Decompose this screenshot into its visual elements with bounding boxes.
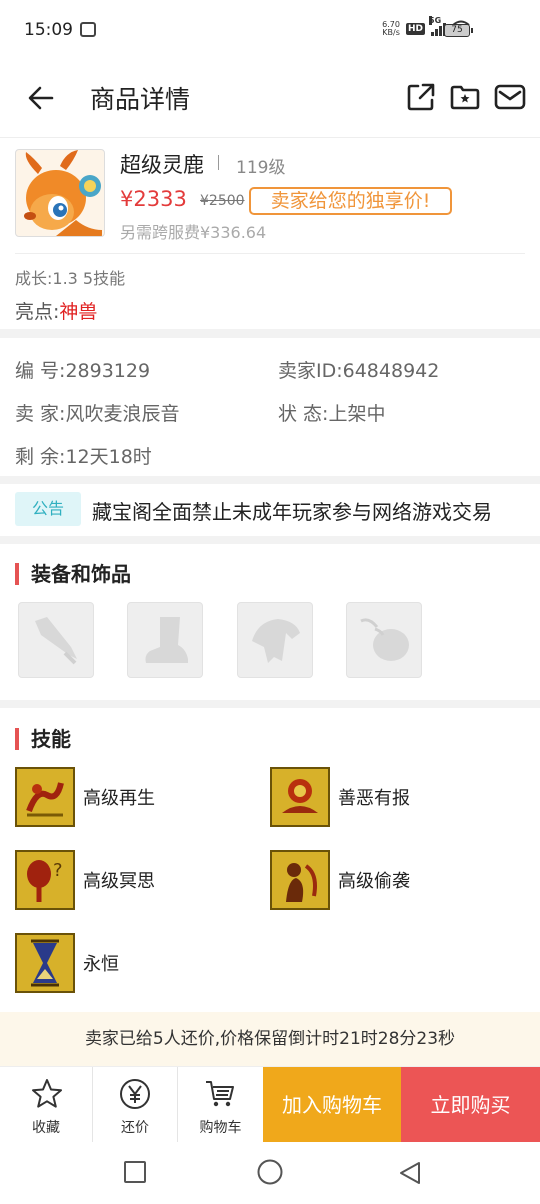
product-avatar[interactable]: [15, 149, 105, 237]
section-gap: [0, 536, 540, 544]
share-button[interactable]: [404, 80, 438, 114]
retribution-skill-icon: [270, 767, 330, 827]
cross-server-fee: 另需跨服费¥336.64: [120, 223, 267, 242]
section-gap: [0, 476, 540, 484]
status-bar: 15:09 6.70 KB/s HD 5G 75: [0, 0, 540, 60]
skill-label: 高级偷袭: [338, 871, 410, 892]
skill-item[interactable]: 善恶有报: [270, 767, 410, 827]
divider: [15, 253, 525, 254]
info-section: 编 号:2893129 卖家ID:64848942 卖 家:风吹麦浪辰音 状 态…: [0, 338, 540, 476]
equipment-slot-armor[interactable]: [237, 602, 313, 678]
shopping-cart-icon: [206, 1081, 234, 1107]
back-arrow-icon: [28, 86, 54, 110]
remaining-time: 剩 余:12天18时: [15, 446, 152, 468]
circle-icon: [257, 1159, 283, 1185]
system-navigation-bar: [0, 1142, 540, 1204]
bargain-label: 还价: [121, 1120, 149, 1136]
price: ¥2333: [120, 187, 187, 211]
collect-folder-button[interactable]: [448, 80, 482, 114]
favorite-label: 收藏: [32, 1120, 60, 1136]
weapon-slot-icon: [35, 617, 77, 665]
network-speed: 6.70 KB/s: [382, 20, 400, 37]
equipment-section: 装备和饰品: [0, 544, 540, 700]
triangle-back-icon: [400, 1162, 420, 1184]
exclusive-price-badge: 卖家给您的独享价!: [249, 187, 452, 215]
skills-title: 技能: [15, 728, 71, 750]
regeneration-skill-icon: [15, 767, 75, 827]
favorite-folder-icon: [450, 85, 480, 110]
equipment-slot-boots[interactable]: [127, 602, 203, 678]
yen-circle-icon: [120, 1079, 150, 1109]
header: 商品详情: [0, 60, 540, 138]
sneak-attack-skill-icon: [270, 850, 330, 910]
divider: [218, 155, 219, 170]
skill-label: 永恒: [83, 954, 119, 975]
square-icon: [124, 1161, 146, 1183]
back-nav-button[interactable]: [397, 1160, 423, 1190]
highlight-value: 神兽: [59, 301, 98, 323]
skill-item[interactable]: 高级再生: [15, 767, 155, 827]
deer-pet-image: [24, 150, 102, 236]
equipment-slot-weapon[interactable]: [18, 602, 94, 678]
section-gap: [0, 329, 540, 338]
star-icon: [32, 1079, 62, 1108]
meditation-skill-icon: ?: [15, 850, 75, 910]
message-button[interactable]: [493, 80, 527, 114]
bargain-countdown-banner: 卖家已给5人还价,价格保留倒计时21时28分23秒: [0, 1012, 540, 1066]
add-to-cart-button[interactable]: 加入购物车: [263, 1067, 401, 1143]
hd-icon: HD: [405, 23, 425, 35]
skill-label: 善恶有报: [338, 788, 410, 809]
growth-info: 成长:1.3 5技能: [15, 269, 126, 288]
highlight-label: 亮点:: [15, 301, 60, 323]
accessory-slot-icon: [360, 618, 409, 661]
seller-id: 卖家ID:64848942: [278, 360, 440, 382]
highlight: 亮点:神兽: [15, 297, 97, 324]
notice-bar: 公告 藏宝阁全面禁止未成年玩家参与网络游戏交易: [0, 484, 540, 536]
eternity-skill-icon: [15, 933, 75, 993]
skill-item[interactable]: ? 高级冥思: [15, 850, 155, 910]
buy-now-button[interactable]: 立即购买: [401, 1067, 540, 1143]
skill-label: 高级再生: [83, 788, 155, 809]
back-button[interactable]: [22, 78, 62, 118]
home-button[interactable]: [256, 1158, 284, 1190]
skill-item[interactable]: 永恒: [15, 933, 119, 993]
status-time: 15:09: [24, 20, 73, 40]
svg-text:?: ?: [53, 860, 63, 881]
skill-item[interactable]: 高级偷袭: [270, 850, 410, 910]
battery-icon: 75: [444, 24, 473, 37]
product-name: 超级灵鹿: [120, 153, 204, 177]
notification-app-icon: [80, 22, 96, 37]
notice-tag: 公告: [15, 492, 81, 526]
armor-slot-icon: [252, 619, 300, 663]
section-gap: [0, 700, 540, 708]
equipment-slot-accessory[interactable]: [346, 602, 422, 678]
bottom-action-bar: 收藏 还价 购物车 加入购物车 立即购买: [0, 1066, 540, 1143]
favorite-button[interactable]: 收藏: [0, 1067, 92, 1143]
share-icon: [407, 83, 435, 111]
notice-text: 藏宝阁全面禁止未成年玩家参与网络游戏交易: [92, 500, 492, 524]
boots-slot-icon: [145, 617, 188, 663]
equipment-title: 装备和饰品: [15, 563, 131, 585]
skills-section: 技能 高级再生 善恶有报 ? 高级冥思 高级偷袭 永恒: [0, 708, 540, 1010]
skill-label: 高级冥思: [83, 871, 155, 892]
listing-status: 状 态:上架中: [278, 403, 386, 425]
product-card: 超级灵鹿 119级 ¥2333 ¥2500 卖家给您的独享价! 另需跨服费¥33…: [0, 139, 540, 329]
serial-number: 编 号:2893129: [15, 360, 151, 382]
bargain-button[interactable]: 还价: [93, 1067, 177, 1143]
message-icon: [494, 84, 526, 110]
seller-name[interactable]: 卖 家:风吹麦浪辰音: [15, 399, 179, 426]
recent-apps-button[interactable]: [123, 1160, 147, 1188]
cart-label: 购物车: [199, 1120, 242, 1136]
cart-button[interactable]: 购物车: [178, 1067, 263, 1143]
page-title: 商品详情: [90, 85, 191, 114]
original-price: ¥2500: [200, 193, 245, 209]
product-level: 119级: [236, 158, 286, 178]
